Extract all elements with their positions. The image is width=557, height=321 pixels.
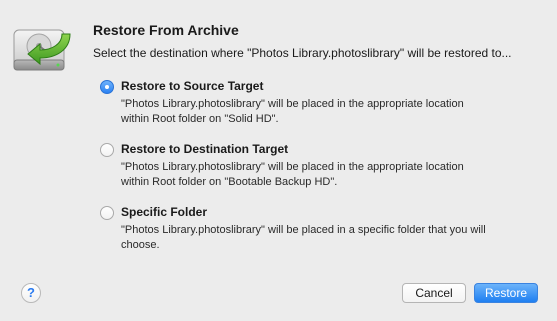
dialog-title: Restore From Archive — [93, 22, 239, 38]
option-description-line: within Root folder on "Solid HD". — [121, 113, 279, 125]
radio-button-destination-target[interactable] — [100, 143, 114, 157]
help-button[interactable]: ? — [21, 283, 41, 303]
option-description-line: "Photos Library.photoslibrary" will be p… — [121, 98, 464, 110]
restore-dialog: Restore From Archive Select the destinat… — [0, 0, 557, 321]
option-description: "Photos Library.photoslibrary" will be p… — [121, 97, 541, 127]
restore-button[interactable]: Restore — [474, 283, 538, 303]
option-description: "Photos Library.photoslibrary" will be p… — [121, 160, 541, 190]
hard-drive-restore-icon — [13, 29, 71, 71]
dialog-subtitle: Select the destination where "Photos Lib… — [93, 46, 512, 60]
option-label[interactable]: Restore to Destination Target — [121, 142, 288, 156]
option-description-line: within Root folder on "Bootable Backup H… — [121, 176, 338, 188]
radio-button-specific-folder[interactable] — [100, 206, 114, 220]
option-description-line: "Photos Library.photoslibrary" will be p… — [121, 224, 486, 236]
cancel-button[interactable]: Cancel — [402, 283, 466, 303]
option-description-line: "Photos Library.photoslibrary" will be p… — [121, 161, 464, 173]
option-label[interactable]: Specific Folder — [121, 205, 207, 219]
radio-button-source-target[interactable] — [100, 80, 114, 94]
option-label[interactable]: Restore to Source Target — [121, 79, 263, 93]
option-description: "Photos Library.photoslibrary" will be p… — [121, 223, 541, 253]
option-description-line: choose. — [121, 239, 160, 251]
